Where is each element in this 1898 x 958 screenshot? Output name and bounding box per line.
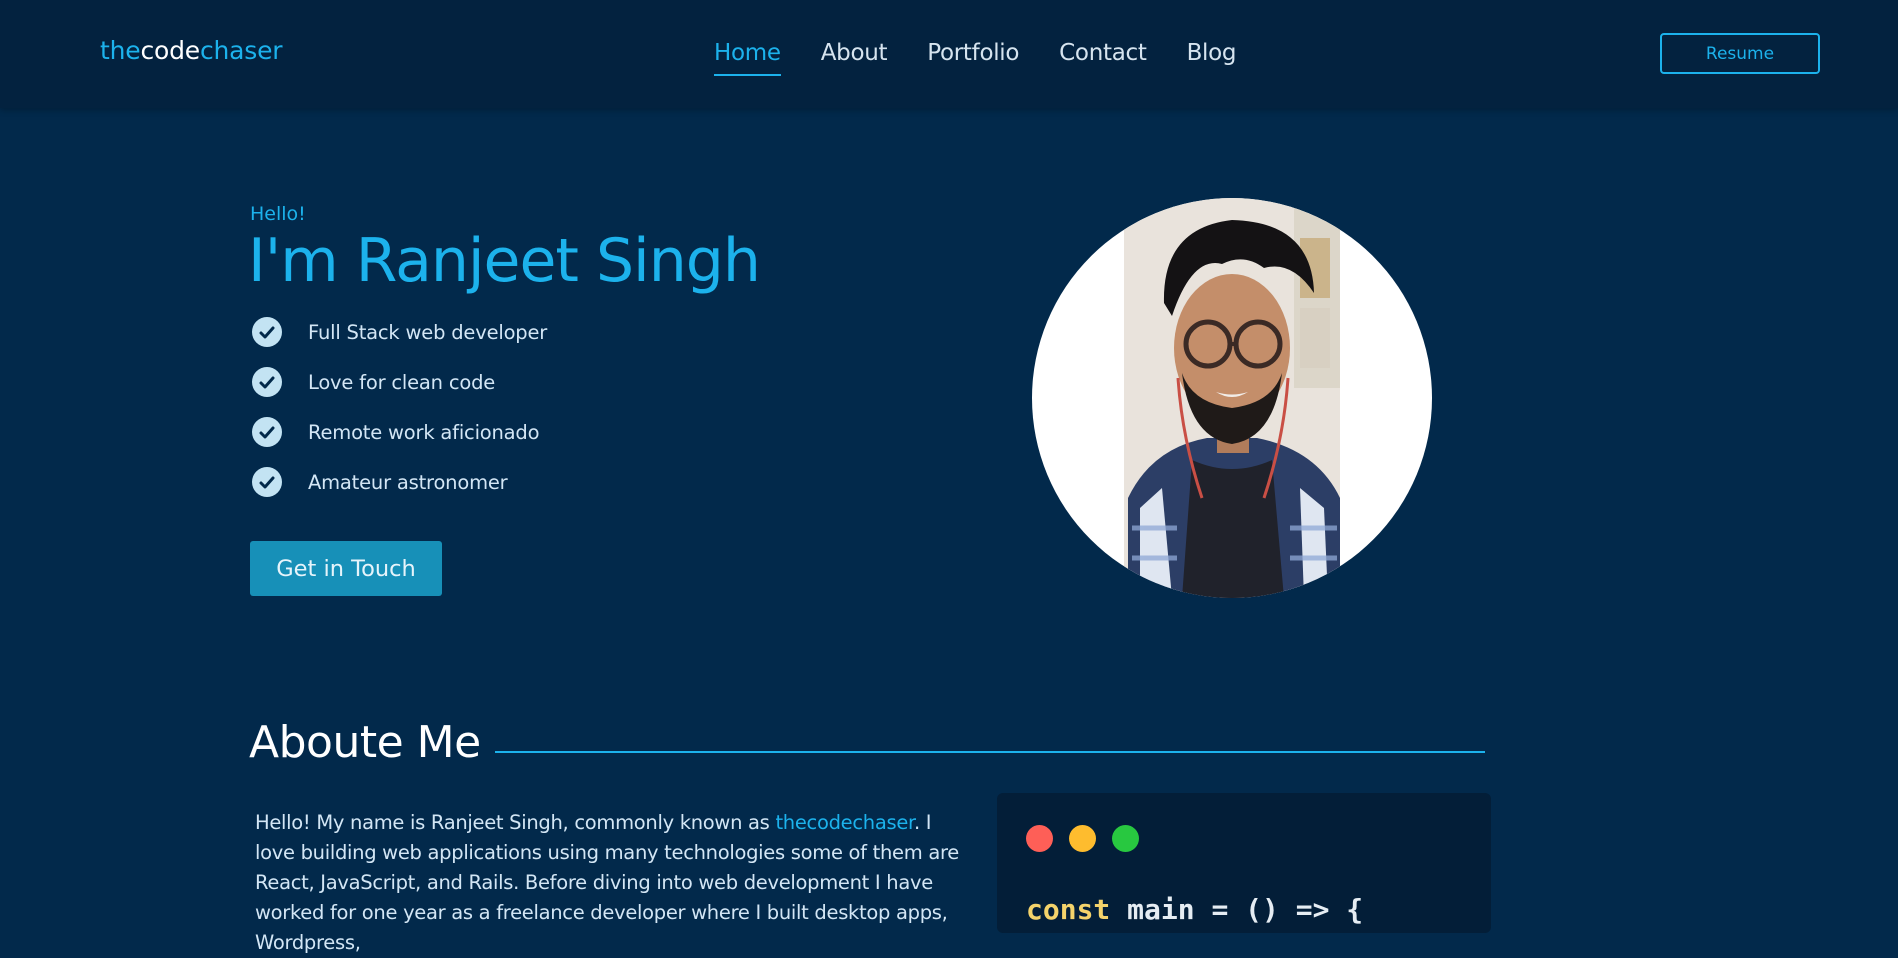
resume-button[interactable]: Resume: [1660, 33, 1820, 74]
feature-item: Remote work aficionado: [252, 407, 547, 457]
feature-text: Remote work aficionado: [308, 420, 540, 444]
hero-name: I'm Ranjeet Singh: [248, 226, 761, 296]
nav-link-home[interactable]: Home: [714, 40, 781, 76]
feature-item: Amateur astronomer: [252, 457, 547, 507]
site-logo[interactable]: thecodechaser: [100, 36, 283, 65]
about-heading: Aboute Me: [249, 717, 481, 768]
check-circle-icon: [252, 467, 282, 497]
navbar: thecodechaser Home About Portfolio Conta…: [0, 0, 1898, 108]
about-paragraph: Hello! My name is Ranjeet Singh, commonl…: [255, 808, 965, 958]
nav-link-portfolio[interactable]: Portfolio: [927, 40, 1019, 72]
feature-text: Amateur astronomer: [308, 470, 508, 494]
nav-link-contact[interactable]: Contact: [1059, 40, 1147, 72]
logo-part-chaser: chaser: [199, 36, 283, 65]
code-keyword: const: [1026, 893, 1111, 926]
main-nav: Home About Portfolio Contact Blog: [714, 40, 1237, 76]
window-maximize-dot: [1112, 825, 1139, 852]
get-in-touch-button[interactable]: Get in Touch: [250, 541, 442, 596]
feature-item: Love for clean code: [252, 357, 547, 407]
about-text-intro: Hello! My name is Ranjeet Singh, commonl…: [255, 811, 776, 834]
nav-link-about[interactable]: About: [821, 40, 888, 72]
window-close-dot: [1026, 825, 1053, 852]
nav-link-blog[interactable]: Blog: [1187, 40, 1237, 72]
logo-part-code: code: [140, 36, 200, 65]
check-circle-icon: [252, 317, 282, 347]
window-minimize-dot: [1069, 825, 1096, 852]
code-window: const main = () => {: [997, 793, 1491, 933]
feature-text: Full Stack web developer: [308, 320, 548, 344]
check-circle-icon: [252, 417, 282, 447]
check-circle-icon: [252, 367, 282, 397]
feature-item: Full Stack web developer: [252, 307, 547, 357]
feature-text: Love for clean code: [308, 370, 496, 394]
profile-photo-illustration: [1124, 198, 1340, 598]
feature-list: Full Stack web developer Love for clean …: [252, 307, 547, 507]
profile-photo: [1032, 198, 1432, 598]
about-heading-divider: [495, 751, 1485, 753]
code-line: const main = () => {: [1026, 893, 1363, 926]
logo-part-the: the: [100, 36, 141, 65]
about-codechaser-link[interactable]: thecodechaser: [775, 811, 914, 834]
code-rest: main = () => {: [1110, 893, 1364, 926]
hero-greeting: Hello!: [250, 203, 306, 225]
